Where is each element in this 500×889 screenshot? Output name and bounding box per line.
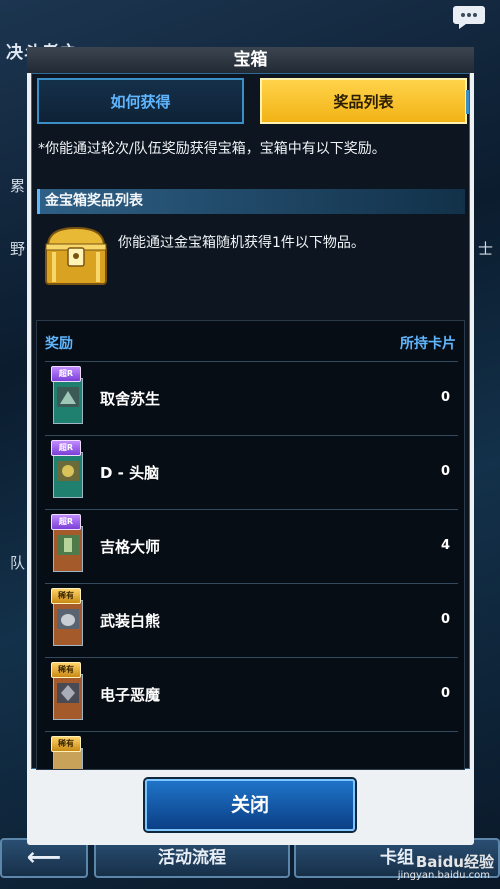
- card-art-icon: [57, 683, 79, 703]
- watermark-brand: Baidu经验: [415, 853, 494, 871]
- rarity-badge: 超R: [51, 440, 81, 456]
- bg-side-text-3: 队: [10, 554, 26, 572]
- chest-description: 你能通过金宝箱随机获得1件以下物品。: [118, 235, 365, 251]
- rarity-badge: 超R: [51, 514, 81, 530]
- list-item[interactable]: 超R D - 头脑 0: [45, 435, 458, 509]
- owned-column-header: 所持卡片: [400, 336, 456, 352]
- rarity-badge: 稀有: [51, 736, 81, 752]
- reward-list[interactable]: 奖励 所持卡片 超R 取舍苏生 0 超R D - 头脑 0 超R 吉格大师 4 …: [36, 320, 465, 770]
- tab-how-to-obtain[interactable]: 如何获得: [37, 78, 244, 124]
- card-image: [53, 600, 83, 646]
- list-item[interactable]: 稀有: [45, 731, 458, 769]
- card-thumbnail: 稀有: [51, 736, 85, 769]
- card-name: 电子恶魔: [100, 686, 161, 704]
- card-thumbnail: 稀有: [51, 588, 85, 652]
- card-image: [53, 674, 83, 720]
- owned-count: 0: [440, 390, 450, 405]
- owned-count: 0: [440, 612, 450, 627]
- owned-count: 4: [440, 538, 450, 553]
- card-thumbnail: 超R: [51, 514, 85, 578]
- dialog-title: 宝箱: [27, 47, 474, 73]
- card-image: [53, 452, 83, 498]
- card-art-icon: [57, 535, 79, 555]
- section-title: 金宝箱奖品列表: [37, 189, 465, 214]
- treasure-chest-dialog: 宝箱 如何获得 奖品列表 *你能通过轮次/队伍奖励获得宝箱，宝箱中有以下奖励。 …: [27, 47, 474, 845]
- list-item[interactable]: 超R 取舍苏生 0: [45, 361, 458, 435]
- card-name: 武装白熊: [100, 612, 161, 630]
- card-thumbnail: 稀有: [51, 662, 85, 726]
- chat-icon[interactable]: [452, 4, 486, 30]
- bg-side-text-2: 野: [10, 240, 26, 258]
- list-item[interactable]: 稀有 武装白熊 0: [45, 583, 458, 657]
- card-name: 吉格大师: [100, 538, 161, 556]
- card-name: D - 头脑: [100, 464, 160, 482]
- card-art-icon: [57, 387, 79, 407]
- card-thumbnail: 超R: [51, 366, 85, 430]
- back-arrow-icon: ⟵: [26, 843, 62, 871]
- reward-description: *你能通过轮次/队伍奖励获得宝箱，宝箱中有以下奖励。: [38, 141, 386, 157]
- card-art-icon: [57, 609, 79, 629]
- card-name: 取舍苏生: [100, 390, 161, 408]
- rarity-badge: 稀有: [51, 588, 81, 604]
- card-image: [53, 378, 83, 424]
- close-button[interactable]: 关闭: [145, 779, 355, 831]
- gold-chest-icon: [45, 226, 107, 285]
- card-thumbnail: 超R: [51, 440, 85, 504]
- rarity-badge: 超R: [51, 366, 81, 382]
- dialog-content: 如何获得 奖品列表 *你能通过轮次/队伍奖励获得宝箱，宝箱中有以下奖励。 金宝箱…: [31, 73, 470, 770]
- owned-count: 0: [440, 686, 450, 701]
- rarity-badge: 稀有: [51, 662, 81, 678]
- list-item[interactable]: 超R 吉格大师 4: [45, 509, 458, 583]
- card-art-icon: [57, 461, 79, 481]
- bg-side-text-1: 累: [10, 177, 26, 195]
- watermark-url: jingyan.baidu.com: [397, 870, 490, 881]
- list-item[interactable]: 稀有 电子恶魔 0: [45, 657, 458, 731]
- owned-count: 0: [440, 464, 450, 479]
- tab-reward-list[interactable]: 奖品列表: [260, 78, 469, 124]
- reward-column-header: 奖励: [45, 336, 73, 352]
- card-image: [53, 526, 83, 572]
- bg-right-text: 士: [478, 240, 494, 258]
